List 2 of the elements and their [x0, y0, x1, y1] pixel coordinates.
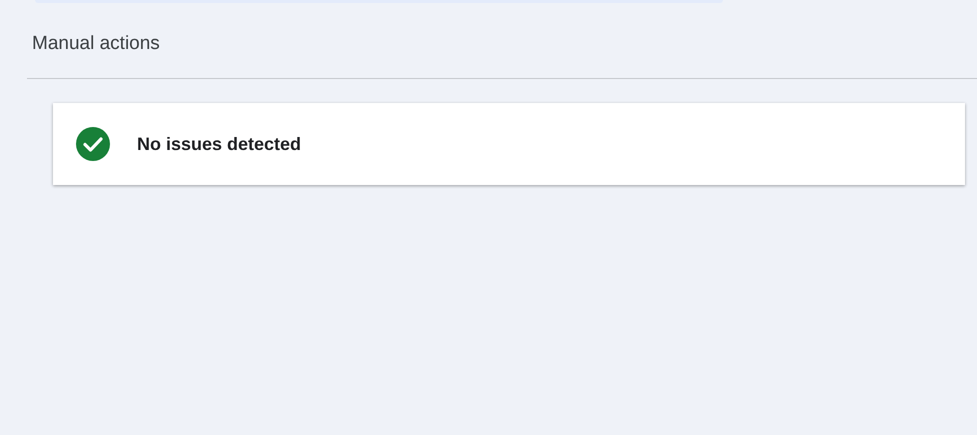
status-message: No issues detected [137, 134, 302, 154]
section-title: Manual actions [32, 33, 160, 54]
